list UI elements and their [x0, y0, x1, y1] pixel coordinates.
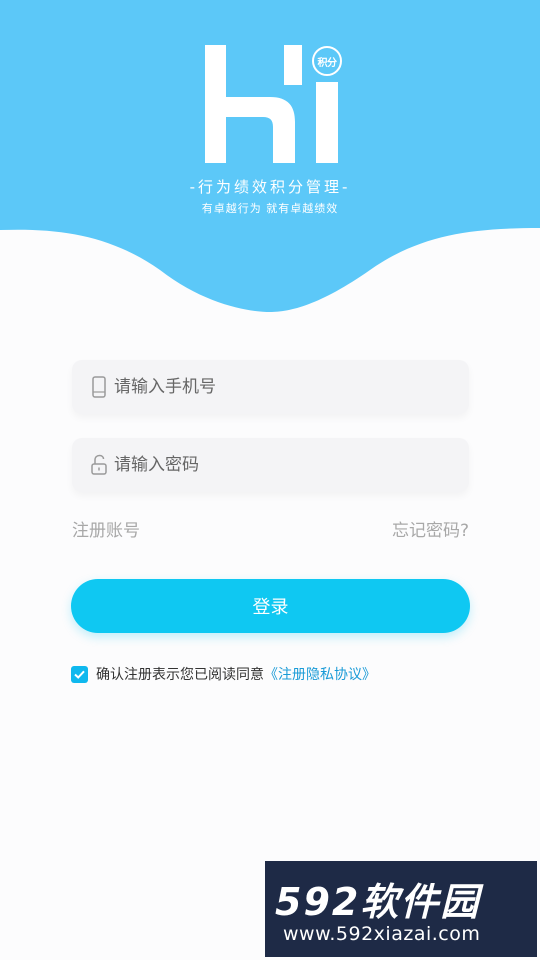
agreement-text: 确认注册表示您已阅读同意: [96, 667, 264, 683]
phone-icon: [90, 375, 108, 399]
password-input[interactable]: [114, 455, 434, 475]
login-button[interactable]: 登录: [71, 579, 470, 633]
forgot-password-link[interactable]: 忘记密码?: [392, 516, 469, 541]
agreement-checkbox[interactable]: [71, 665, 88, 683]
register-link[interactable]: 注册账号: [72, 516, 140, 541]
watermark-title: 592软件园: [275, 880, 481, 924]
privacy-agreement-link[interactable]: 《注册隐私协议》: [264, 664, 376, 684]
points-badge: 积分: [312, 46, 342, 76]
phone-field[interactable]: [72, 360, 469, 414]
agreement-row: 确认注册表示您已阅读同意 《注册隐私协议》: [71, 664, 376, 684]
watermark: 592软件园 www.592xiazai.com: [265, 861, 537, 957]
sub-slogan: 有卓越行为 就有卓越绩效: [201, 202, 339, 215]
header-banner: 积分 -行为绩效积分管理- 有卓越行为 就有卓越绩效: [0, 0, 540, 320]
check-icon: [74, 670, 85, 679]
watermark-url: www.592xiazai.com: [283, 923, 481, 945]
password-field[interactable]: [72, 438, 469, 492]
phone-input[interactable]: [114, 377, 434, 397]
slogan: -行为绩效积分管理-: [189, 178, 351, 196]
auth-links: 注册账号 忘记密码?: [72, 516, 469, 541]
unlock-icon: [90, 453, 108, 477]
